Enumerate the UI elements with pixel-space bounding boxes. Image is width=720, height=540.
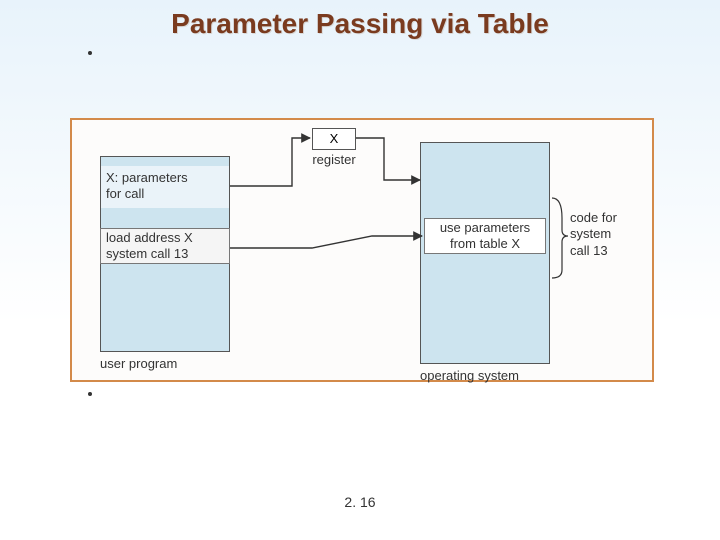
os-caption: operating system <box>420 368 560 384</box>
parameters-slot-label: X: parametersfor call <box>106 170 224 203</box>
use-parameters-label: use parametersfrom table X <box>424 220 546 253</box>
user-program-caption: user program <box>100 356 230 372</box>
register-label: register <box>294 152 374 168</box>
register-box: X <box>312 128 356 150</box>
page-title: Parameter Passing via Table <box>0 8 720 40</box>
page-number: 2. 16 <box>0 494 720 510</box>
syscall-instruction-label: load address Xsystem call 13 <box>106 230 226 263</box>
code-for-syscall-label: code forsystemcall 13 <box>570 210 645 259</box>
bullet-dot <box>88 51 92 55</box>
bullet-dot <box>88 392 92 396</box>
diagram-frame: X: parametersfor call load address Xsyst… <box>70 118 654 382</box>
